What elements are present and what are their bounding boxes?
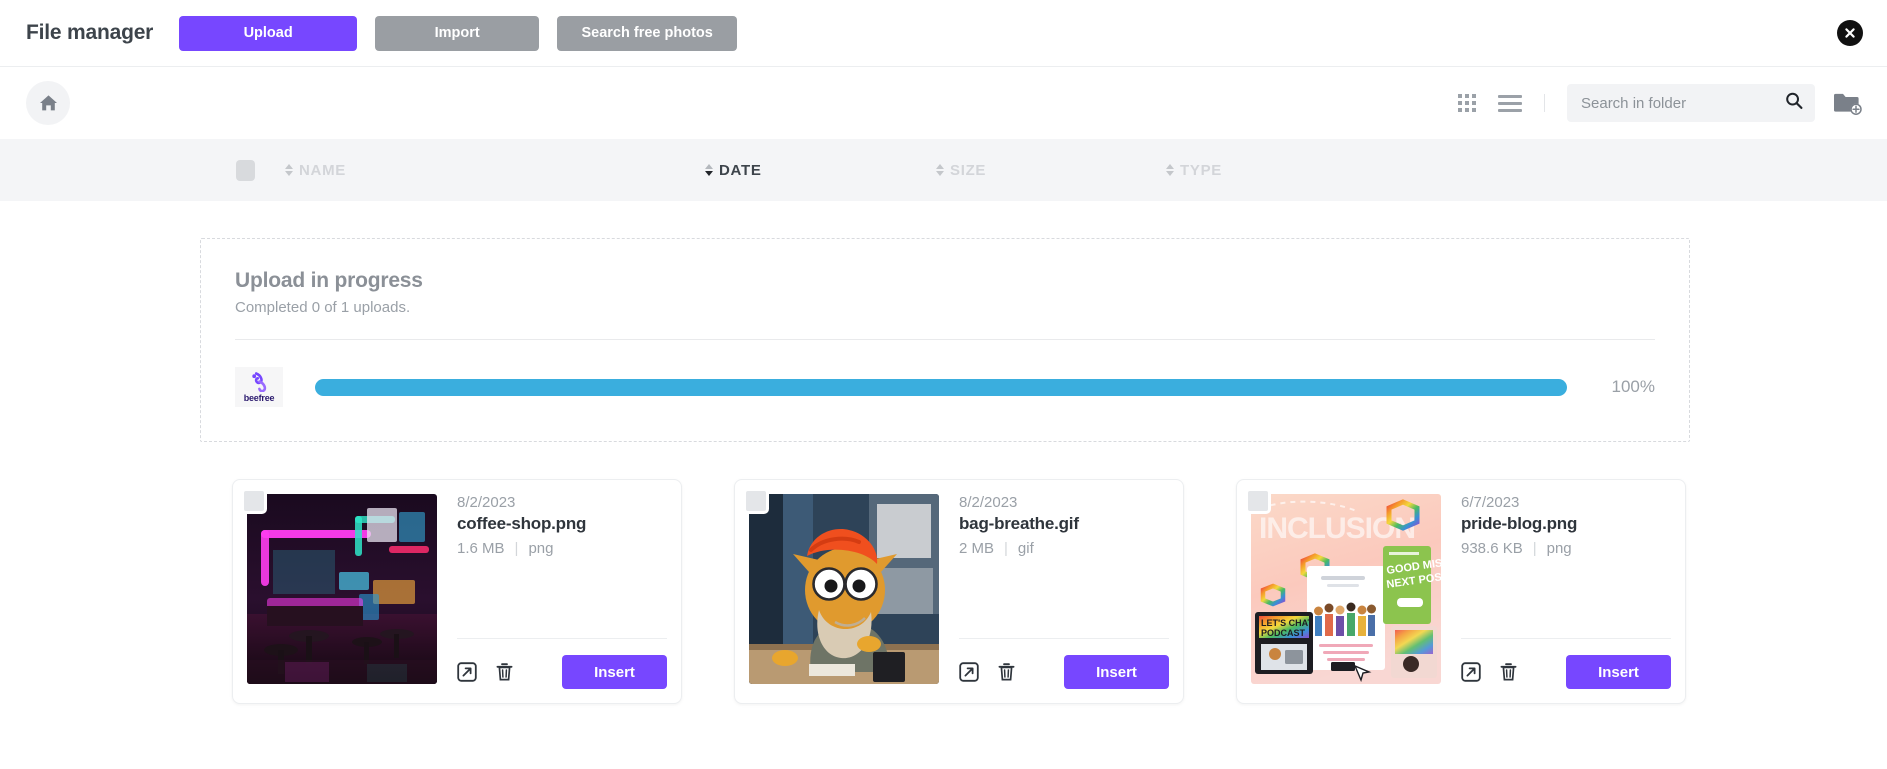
file-size-type: 2 MB | gif [959, 540, 1169, 557]
file-size: 2 MB [959, 540, 995, 557]
separator: | [514, 540, 519, 557]
beefree-logo-text: beefree [243, 392, 275, 403]
search-in-folder-container [1567, 84, 1815, 122]
expand-icon[interactable] [1461, 662, 1481, 682]
file-date: 8/2/2023 [457, 494, 516, 511]
select-file-checkbox[interactable] [743, 488, 769, 514]
column-label: DATE [719, 161, 762, 179]
insert-button[interactable]: Insert [1064, 655, 1169, 689]
search-free-photos-button[interactable]: Search free photos [557, 15, 738, 51]
page-title: File manager [26, 21, 154, 44]
column-header-row: NAME DATE SIZE TYPE [0, 139, 1887, 201]
file-card-grid: 8/2/2023 coffee-shop.png 1.6 MB | png In… [232, 479, 1887, 704]
svg-text:PODCAST: PODCAST [1261, 628, 1306, 638]
file-card[interactable]: 8/2/2023 bag-breathe.gif 2 MB | gif Inse… [734, 479, 1184, 704]
file-actions: Insert [457, 655, 667, 689]
upload-progress-row: beefree 100% [235, 367, 1655, 407]
file-size-type: 938.6 KB | png [1461, 540, 1671, 557]
thumbnail-container: INCLUSION GOOD MISS NEXT POST LET'S CHAT… [1245, 488, 1441, 684]
grid-view-icon[interactable] [1458, 94, 1476, 112]
file-card[interactable]: 8/2/2023 coffee-shop.png 1.6 MB | png In… [232, 479, 682, 704]
thumbnail-container [743, 488, 939, 684]
file-type: gif [1017, 540, 1034, 557]
divider [235, 339, 1655, 340]
file-date: 6/7/2023 [1461, 494, 1520, 511]
file-type: png [1546, 540, 1572, 557]
list-view-icon[interactable] [1498, 94, 1522, 112]
trash-icon[interactable] [997, 662, 1016, 682]
progress-bar-fill [315, 378, 1567, 396]
column-label: NAME [299, 161, 346, 179]
file-date: 8/2/2023 [959, 494, 1018, 511]
beefree-logo: beefree [235, 367, 283, 407]
grid-view-glyph [1458, 94, 1476, 112]
file-size: 1.6 MB [457, 540, 505, 557]
import-button[interactable]: Import [375, 15, 540, 51]
home-icon[interactable] [26, 81, 70, 125]
divider [959, 638, 1169, 639]
select-all-checkbox[interactable] [236, 159, 255, 181]
column-label: SIZE [950, 161, 987, 179]
file-actions: Insert [1461, 655, 1671, 689]
svg-text:INCLUSION: INCLUSION [1259, 512, 1415, 545]
divider [1461, 638, 1671, 639]
upload-button[interactable]: Upload [179, 15, 358, 51]
sort-arrows-icon [705, 164, 713, 176]
file-meta: 8/2/2023 coffee-shop.png 1.6 MB | png In… [437, 494, 667, 689]
search-input[interactable] [1567, 84, 1815, 122]
expand-icon[interactable] [457, 662, 477, 682]
file-size: 938.6 KB [1461, 540, 1523, 557]
file-size-type: 1.6 MB | png [457, 540, 667, 557]
trash-icon[interactable] [1499, 662, 1518, 682]
file-card[interactable]: INCLUSION GOOD MISS NEXT POST LET'S CHAT… [1236, 479, 1686, 704]
separator: | [1532, 540, 1537, 557]
close-icon[interactable] [1837, 20, 1863, 46]
folder-toolbar [0, 67, 1887, 139]
file-name: bag-breathe.gif [959, 514, 1079, 533]
trash-icon[interactable] [495, 662, 514, 682]
upload-panel-title: Upload in progress [235, 269, 423, 292]
neon-coffee-shop-thumbnail[interactable] [247, 494, 437, 684]
sort-arrows-icon [285, 164, 293, 176]
file-type: png [528, 540, 554, 557]
divider [457, 638, 667, 639]
app-header: File manager Upload Import Search free p… [0, 0, 1887, 67]
column-sort-name[interactable]: NAME [285, 162, 346, 179]
column-sort-size[interactable]: SIZE [936, 162, 986, 179]
upload-progress-panel: Upload in progress Completed 0 of 1 uplo… [200, 238, 1690, 442]
select-file-checkbox[interactable] [241, 488, 267, 514]
separator: | [1004, 540, 1008, 557]
pride-inclusion-collage-thumbnail[interactable]: INCLUSION GOOD MISS NEXT POST LET'S CHAT… [1251, 494, 1441, 684]
progress-bar-track [315, 378, 1567, 396]
folder-add-icon[interactable] [1833, 91, 1863, 116]
column-sort-date[interactable]: DATE [705, 162, 762, 179]
thumbnail-container [241, 488, 437, 684]
file-name: coffee-shop.png [457, 514, 587, 533]
toolbar-actions [1458, 84, 1863, 122]
insert-button[interactable]: Insert [1566, 655, 1671, 689]
view-mode-toggle [1458, 94, 1545, 112]
column-label: TYPE [1180, 161, 1222, 179]
puppet-breathing-bag-thumbnail[interactable] [749, 494, 939, 684]
upload-panel-subtitle: Completed 0 of 1 uploads. [235, 299, 411, 316]
sort-arrows-icon [1166, 164, 1174, 176]
file-actions: Insert [959, 655, 1169, 689]
file-meta: 8/2/2023 bag-breathe.gif 2 MB | gif Inse… [939, 494, 1169, 689]
select-file-checkbox[interactable] [1245, 488, 1271, 514]
file-name: pride-blog.png [1461, 514, 1578, 533]
insert-button[interactable]: Insert [562, 655, 667, 689]
column-sort-type[interactable]: TYPE [1166, 162, 1222, 179]
file-meta: 6/7/2023 pride-blog.png 938.6 KB | png I… [1441, 494, 1671, 689]
progress-percent-label: 100% [1611, 377, 1655, 396]
expand-icon[interactable] [959, 662, 979, 682]
list-view-glyph [1498, 94, 1522, 112]
sort-arrows-icon [936, 164, 944, 176]
svg-text:LET'S CHAT: LET'S CHAT [1261, 618, 1313, 628]
